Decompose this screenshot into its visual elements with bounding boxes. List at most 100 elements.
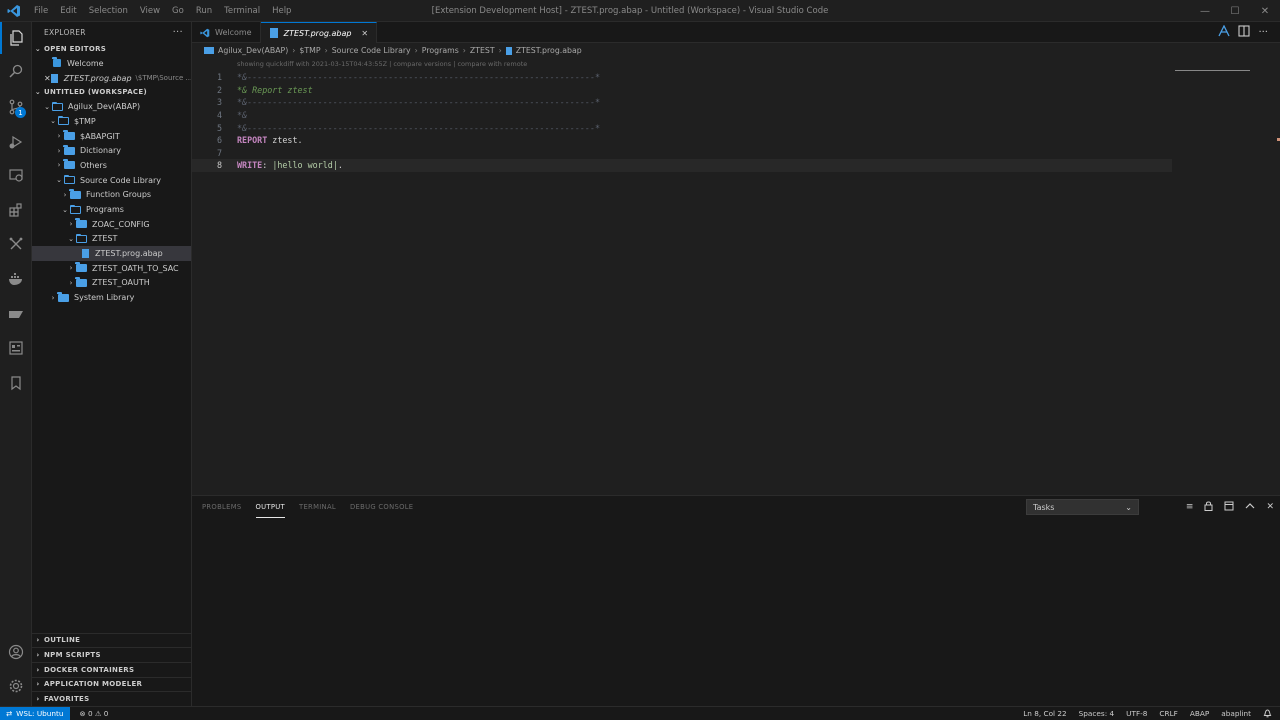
language-mode[interactable]: ABAP	[1190, 709, 1209, 718]
tab-welcome[interactable]: Welcome	[192, 22, 261, 43]
menu-file[interactable]: File	[28, 6, 54, 16]
tab-label: ZTEST.prog.abap	[283, 28, 352, 38]
chevron-right-icon: ›	[36, 695, 40, 704]
breadcrumb-item[interactable]: $TMP	[299, 46, 320, 55]
close-window-button[interactable]: ✕	[1250, 0, 1280, 22]
code-line[interactable]: 7	[192, 147, 1172, 160]
maximize-button[interactable]: ☐	[1220, 0, 1250, 22]
docker-icon[interactable]	[0, 263, 32, 295]
status-right-items: Ln 8, Col 22 Spaces: 4 UTF-8 CRLF ABAP a…	[1023, 708, 1272, 720]
indentation[interactable]: Spaces: 4	[1079, 709, 1114, 718]
menu-go[interactable]: Go	[166, 6, 190, 16]
sap-icon[interactable]	[0, 332, 32, 364]
tab-terminal[interactable]: TERMINAL	[299, 496, 336, 518]
chevron-right-icon: ›	[57, 161, 61, 170]
bookmark-icon[interactable]	[0, 367, 32, 399]
menu-run[interactable]: Run	[190, 6, 218, 16]
favorites-section[interactable]: › FAVORITES	[32, 691, 191, 706]
menu-view[interactable]: View	[134, 6, 166, 16]
minimize-button[interactable]: —	[1190, 0, 1220, 22]
sidebar-bottom-sections: › OUTLINE › NPM SCRIPTS › DOCKER CONTAIN…	[32, 632, 191, 706]
tree-item-function-groups[interactable]: › Function Groups	[32, 188, 191, 203]
remote-indicator[interactable]: ⇄ WSL: Ubuntu	[0, 706, 70, 720]
tree-item-source-code-library[interactable]: ⌄ Source Code Library	[32, 173, 191, 188]
tree-item-ztest-oath-to-sac[interactable]: › ZTEST_OATH_TO_SAC	[32, 261, 191, 276]
docker-containers-section[interactable]: › DOCKER CONTAINERS	[32, 661, 191, 677]
tree-item-ztest-oauth[interactable]: › ZTEST_OAUTH	[32, 276, 191, 291]
maximize-panel-icon[interactable]	[1245, 502, 1255, 513]
explorer-icon[interactable]	[0, 22, 32, 54]
testing-icon[interactable]	[0, 228, 32, 260]
close-tab-icon[interactable]: ✕	[361, 29, 368, 38]
menu-terminal[interactable]: Terminal	[218, 6, 266, 16]
code-line[interactable]: 2 *& Report ztest	[192, 84, 1172, 97]
menu-selection[interactable]: Selection	[83, 6, 134, 16]
tree-item-others[interactable]: › Others	[32, 158, 191, 173]
workspace-section[interactable]: ⌄ UNTITLED (WORKSPACE)	[32, 85, 191, 99]
breadcrumb-item[interactable]: ZTEST.prog.abap	[505, 46, 582, 55]
code-line[interactable]: 3 *&-------------------------------------…	[192, 96, 1172, 109]
menu-help[interactable]: Help	[266, 6, 297, 16]
open-editor-item-ztest[interactable]: ✕ ZTEST.prog.abap \$TMP\Source ...	[32, 71, 191, 86]
code-line[interactable]: 6 REPORT ztest.	[192, 134, 1172, 147]
extensions-icon[interactable]	[0, 194, 32, 226]
menu-edit[interactable]: Edit	[54, 6, 82, 16]
split-editor-icon[interactable]	[1238, 25, 1251, 40]
chevron-down-icon: ⌄	[44, 102, 50, 111]
close-panel-icon[interactable]: ✕	[1266, 502, 1274, 512]
close-icon[interactable]: ✕	[44, 74, 51, 83]
open-editor-item-welcome[interactable]: Welcome	[32, 56, 191, 71]
settings-gear-icon[interactable]	[0, 670, 32, 702]
outline-section[interactable]: › OUTLINE	[32, 632, 191, 648]
cursor-position[interactable]: Ln 8, Col 22	[1023, 709, 1066, 718]
tree-item-ztest-prog-abap[interactable]: ZTEST.prog.abap	[32, 246, 191, 261]
code-line[interactable]: 4 *&	[192, 109, 1172, 122]
code-editor[interactable]: showing quickdiff with 2021-03-15T04:43:…	[192, 58, 1280, 495]
breadcrumb-item[interactable]: ZTEST	[470, 46, 495, 55]
more-actions-icon[interactable]: ···	[173, 27, 183, 38]
notifications-bell-icon[interactable]	[1263, 708, 1272, 720]
chevron-right-icon: ›	[51, 293, 55, 302]
breadcrumb-item[interactable]: Agilux_Dev(ABAP)	[204, 46, 288, 55]
code-line[interactable]: 8 WRITE: |hello world|.	[192, 159, 1172, 172]
search-icon[interactable]	[0, 55, 32, 87]
tree-item-tmp[interactable]: ⌄ $TMP	[32, 114, 191, 129]
open-log-icon[interactable]	[1224, 501, 1234, 514]
code-line[interactable]: 5 *&-------------------------------------…	[192, 121, 1172, 134]
line-ending[interactable]: CRLF	[1159, 709, 1177, 718]
encoding[interactable]: UTF-8	[1126, 709, 1147, 718]
code-line[interactable]: 1 *&-------------------------------------…	[192, 71, 1172, 84]
tab-ztest-prog-abap[interactable]: ZTEST.prog.abap ✕	[260, 22, 378, 43]
minimap-slider[interactable]	[1175, 62, 1250, 71]
problems-count[interactable]: ⊗ 0 ⚠ 0	[80, 709, 109, 718]
tree-item-system-library[interactable]: › System Library	[32, 290, 191, 305]
linter-status[interactable]: abaplint	[1221, 709, 1251, 718]
tree-item-dictionary[interactable]: › Dictionary	[32, 143, 191, 158]
lock-scroll-icon[interactable]	[1204, 501, 1213, 514]
remote-explorer-icon[interactable]	[0, 159, 32, 191]
more-actions-icon[interactable]: ···	[1258, 27, 1268, 38]
breadcrumb-item[interactable]: Programs	[422, 46, 459, 55]
tree-item-zoac-config[interactable]: › ZOAC_CONFIG	[32, 217, 191, 232]
application-modeler-section[interactable]: › APPLICATION MODELER	[32, 676, 191, 692]
output-channel-select[interactable]: Tasks ⌄	[1026, 499, 1139, 515]
breadcrumb-item[interactable]: Source Code Library	[332, 46, 411, 55]
tree-item-ztest[interactable]: ⌄ ZTEST	[32, 232, 191, 247]
account-icon[interactable]	[0, 636, 32, 668]
tree-label: Function Groups	[86, 190, 152, 200]
tab-problems[interactable]: PROBLEMS	[202, 496, 242, 518]
source-control-icon[interactable]: 1	[0, 91, 32, 123]
open-editors-section[interactable]: ⌄ OPEN EDITORS	[32, 42, 191, 56]
tree-item-abapgit[interactable]: › $ABAPGIT	[32, 129, 191, 144]
tab-output[interactable]: OUTPUT	[255, 496, 286, 518]
tab-debug-console[interactable]: DEBUG CONSOLE	[350, 496, 413, 518]
run-debug-icon[interactable]	[0, 126, 32, 158]
tree-item-agilux[interactable]: ⌄ Agilux_Dev(ABAP)	[32, 99, 191, 114]
abap-action-icon[interactable]	[1218, 24, 1231, 40]
tree-item-programs[interactable]: ⌄ Programs	[32, 202, 191, 217]
codelens[interactable]: showing quickdiff with 2021-03-15T04:43:…	[237, 60, 527, 68]
npm-scripts-section[interactable]: › NPM SCRIPTS	[32, 647, 191, 662]
tree-label: ZTEST	[92, 234, 118, 244]
abap-icon[interactable]	[0, 298, 32, 330]
clear-output-icon[interactable]: ≡	[1186, 502, 1194, 512]
